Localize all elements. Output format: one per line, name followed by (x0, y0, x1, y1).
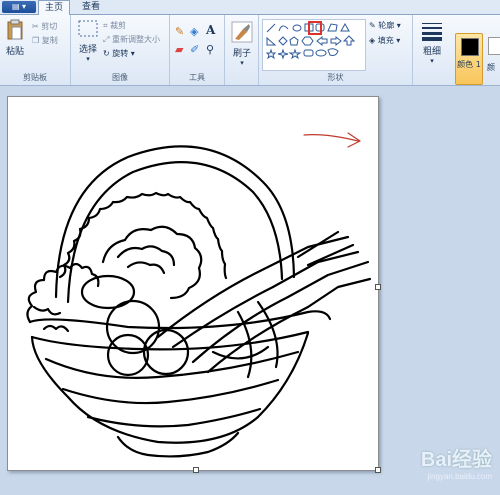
crop-icon: ⌗ (103, 21, 108, 30)
cut-label: 剪切 (41, 22, 58, 31)
tab-home[interactable]: 主页 (38, 0, 71, 15)
size-label: 粗细 (422, 47, 441, 57)
outline-icon: ✎ (369, 21, 376, 30)
group-size: 粗细 ▾ (413, 15, 451, 85)
rotate-icon: ↻ (103, 49, 110, 58)
resize-icon: ⤢ (103, 35, 110, 44)
fill-label: 填充 (377, 36, 394, 45)
group-tools: ✎ ◈ A ▰ ✐ ⚲ 工具 (170, 15, 225, 85)
paste-icon (7, 19, 23, 40)
copy-button[interactable]: ❐ 复制 (32, 35, 58, 46)
fruit-basket-drawing (26, 132, 372, 458)
rotate-button[interactable]: ↻ 旋转 ▾ (103, 48, 135, 59)
brush-dropdown-icon: ▾ (240, 59, 244, 67)
resize-handle-right[interactable] (375, 283, 381, 290)
scissors-icon: ✂ (32, 22, 39, 31)
paste-button[interactable]: 粘贴 (4, 19, 26, 57)
rotate-label: 旋转 (112, 49, 129, 58)
select-label: 选择 (78, 45, 97, 55)
color2-swatch (488, 37, 500, 55)
brush-icon (231, 21, 253, 43)
ribbon-tab-bar: ▤ ▾ 主页 查看 (0, 0, 500, 15)
brush-label: 刷子 (232, 49, 251, 59)
copy-icon: ❐ (32, 36, 40, 45)
tab-view[interactable]: 查看 (76, 0, 106, 14)
paint-menu-button[interactable]: ▤ ▾ (2, 1, 36, 13)
color1-swatch (461, 38, 479, 56)
selected-rectangle-highlight (308, 21, 322, 35)
line-size-icon (422, 23, 442, 41)
group-brush: 刷子 ▾ (225, 15, 259, 85)
group-label-clipboard: 剪贴板 (23, 73, 47, 82)
watermark-url: jingyan.baidu.com (427, 472, 492, 481)
pencil-icon[interactable]: ✎ (175, 25, 184, 38)
resize-handle-bottom[interactable] (193, 467, 199, 473)
size-button[interactable]: 粗细 ▾ (419, 21, 445, 65)
resize-handle-corner[interactable] (375, 467, 381, 473)
color1-button[interactable]: 颜色 1 (455, 33, 483, 85)
select-button[interactable]: 选择 ▾ (75, 19, 101, 63)
outline-label: 轮廓 (378, 21, 395, 30)
text-icon[interactable]: A (206, 23, 215, 37)
baidu-watermark: Bai经验 jingyan.baidu.com (421, 443, 492, 481)
group-label-image: 图像 (112, 73, 128, 82)
color-picker-icon[interactable]: ✐ (190, 43, 199, 56)
group-clipboard: 粘贴 ✂ 剪切 ❐ 复制 剪贴板 (0, 15, 71, 85)
watermark-brand: Bai经验 (420, 449, 492, 471)
paste-label: 粘贴 (5, 47, 24, 57)
group-image: 选择 ▾ ⌗ 裁剪 ⤢ 重新调整大小 ↻ 旋转 ▾ 图像 (71, 15, 170, 85)
brush-button[interactable]: 刷子 ▾ (229, 21, 255, 67)
group-shapes: ✎ 轮廓 ▾ ◈ 填充 ▾ 形状 (259, 15, 413, 85)
resize-label: 重新调整大小 (111, 35, 160, 44)
shapes-gallery[interactable] (262, 19, 366, 71)
ribbon: 粘贴 ✂ 剪切 ❐ 复制 剪贴板 选择 ▾ ⌗ 裁剪 ⤢ 重新调整大小 ↻ 旋转… (0, 15, 500, 86)
eraser-icon[interactable]: ▰ (175, 43, 183, 56)
magnifier-icon[interactable]: ⚲ (206, 43, 214, 56)
drawing-canvas[interactable] (7, 96, 381, 473)
group-label-shapes: 形状 (327, 73, 344, 82)
crop-button[interactable]: ⌗ 裁剪 (103, 20, 126, 31)
outline-button[interactable]: ✎ 轮廓 ▾ (369, 20, 401, 31)
select-icon (78, 20, 98, 37)
select-dropdown-icon: ▾ (86, 55, 90, 63)
crop-label: 裁剪 (110, 21, 127, 30)
color1-label: 颜色 1 (457, 60, 481, 69)
color2-label: 颜 (487, 63, 495, 72)
fill-bucket-icon: ◈ (369, 36, 376, 45)
copy-label: 复制 (41, 36, 58, 45)
fill-icon[interactable]: ◈ (190, 25, 198, 38)
fill-shape-button[interactable]: ◈ 填充 ▾ (369, 35, 400, 46)
cut-button[interactable]: ✂ 剪切 (32, 21, 57, 32)
size-dropdown-icon: ▾ (430, 57, 434, 65)
color2-button[interactable]: 颜 (485, 33, 500, 83)
resize-button[interactable]: ⤢ 重新调整大小 (103, 34, 160, 45)
group-label-tools: 工具 (189, 73, 205, 82)
